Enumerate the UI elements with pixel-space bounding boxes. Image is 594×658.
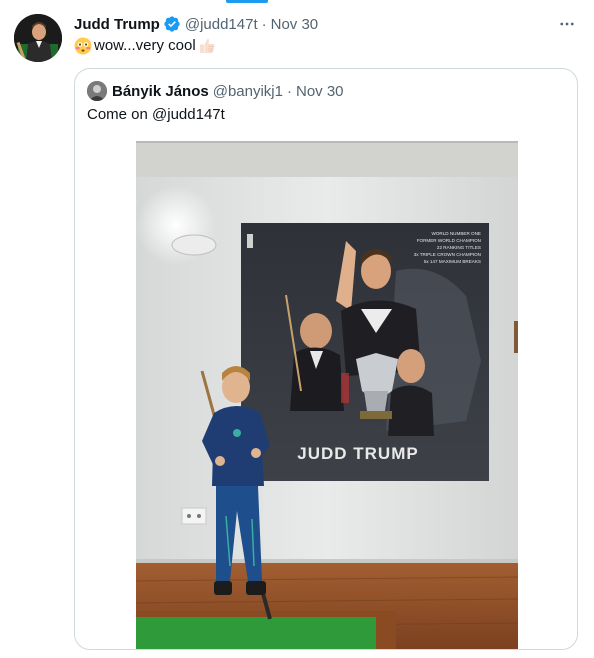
quoted-author-handle[interactable]: @banyikj1: [213, 83, 283, 100]
poster-line: FORMER WORLD CHAMPION: [417, 238, 481, 243]
tweet-text: wow...very cool: [74, 36, 216, 56]
quoted-photo[interactable]: WORLD NUMBER ONE FORMER WORLD CHAMPION 2…: [136, 141, 518, 650]
author-name[interactable]: Judd Trump: [74, 16, 160, 33]
flushed-face-emoji: [74, 37, 92, 55]
poster-line: 22 RANKING TITLES: [437, 245, 481, 250]
tweet-date[interactable]: Nov 30: [271, 16, 319, 33]
quoted-author-name[interactable]: Bányik János: [112, 83, 209, 100]
more-horizontal-icon[interactable]: [556, 14, 578, 34]
tweet-header: Judd Trump @judd147t · Nov 30: [74, 14, 578, 34]
author-handle[interactable]: @judd147t: [185, 16, 258, 33]
separator-dot: ·: [261, 15, 267, 33]
poster-line: 5x 147 MAXIMUM BREAKS: [424, 259, 481, 264]
quoted-author-avatar[interactable]: [87, 81, 107, 101]
poster-title: JUDD TRUMP: [297, 444, 418, 463]
thumbs-up-emoji: [198, 37, 216, 55]
quoted-tweet-date[interactable]: Nov 30: [296, 83, 344, 100]
quoted-tweet-text: Come on @judd147t: [87, 106, 225, 123]
separator-dot: ·: [286, 82, 292, 100]
tweet-text-content: wow...very cool: [94, 37, 196, 54]
quoted-tweet-header: Bányik János @banyikj1 · Nov 30: [87, 81, 344, 101]
author-avatar[interactable]: [14, 14, 62, 62]
tweet[interactable]: Judd Trump @judd147t · Nov 30 wow...very…: [0, 0, 594, 658]
poster-line: WORLD NUMBER ONE: [431, 231, 481, 236]
quoted-tweet[interactable]: Bányik János @banyikj1 · Nov 30 Come on …: [74, 68, 578, 650]
verified-badge-icon[interactable]: [163, 15, 181, 33]
poster-line: 3x TRIPLE CROWN CHAMPION: [414, 252, 481, 257]
